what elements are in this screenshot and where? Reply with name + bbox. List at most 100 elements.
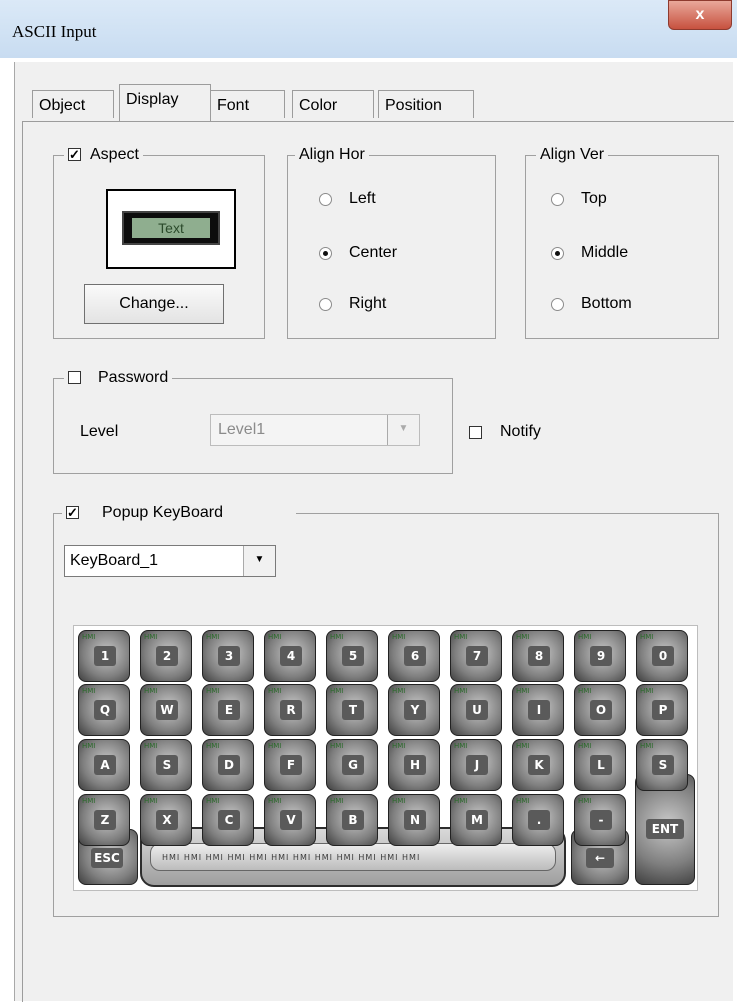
aspect-checkbox[interactable]: ✓ [68,148,81,161]
align-ver-middle-radio[interactable] [551,247,564,260]
key-label: R [280,700,302,720]
key-hmi-label: HMI [392,633,406,641]
key-label: V [280,810,302,830]
space-hmi-pattern: HMI HMI HMI HMI HMI HMI HMI HMI HMI HMI … [162,853,421,862]
key-hmi-label: HMI [330,742,344,750]
align-ver-legend: Align Ver [536,146,609,164]
preview-frame: Text [122,211,220,245]
align-hor-right-radio[interactable] [319,298,332,311]
key-hmi-label: HMI [454,742,468,750]
close-icon: x [695,6,705,23]
chevron-down-icon: ▼ [243,546,275,576]
notify-label: Notify [500,423,541,440]
align-hor-right-label: Right [349,295,387,312]
title-bar [0,0,737,58]
key-label: O [590,700,612,720]
tab-position[interactable]: Position [378,90,474,118]
keyboard-key: HMI S [636,739,688,791]
key-label: 3 [218,646,240,666]
level-select[interactable]: Level1 ▼ [210,414,420,446]
key-label: 0 [652,646,674,666]
keyboard-key: HMI Y [388,684,440,736]
key-label: 5 [342,646,364,666]
keyboard-key: HMI R [264,684,316,736]
change-aspect-button[interactable]: Change... [84,284,224,324]
key-hmi-label: HMI [82,797,96,805]
align-hor-legend: Align Hor [295,146,369,164]
key-hmi-label: HMI [578,742,592,750]
key-label: 9 [590,646,612,666]
align-hor-left-label: Left [349,190,376,207]
key-label: M [466,810,488,830]
close-button[interactable]: x [668,0,732,30]
aspect-preview: Text [106,189,236,269]
keyboard-key: HMI 8 [512,630,564,682]
popup-keyboard-checkbox[interactable]: ✓ [66,506,79,519]
level-label: Level [80,423,119,440]
key-hmi-label: HMI [144,687,158,695]
align-ver-bottom-radio[interactable] [551,298,564,311]
tab-object[interactable]: Object [32,90,114,118]
key-hmi-label: HMI [144,742,158,750]
key-hmi-label: HMI [206,687,220,695]
key-label: S [652,755,674,775]
keyboard-select[interactable]: KeyBoard_1 ▼ [64,545,276,577]
chevron-down-icon: ▼ [387,415,419,445]
key-label: H [404,755,426,775]
key-hmi-label: HMI [578,633,592,641]
keyboard-key: HMI 5 [326,630,378,682]
key-hmi-label: HMI [640,633,654,641]
align-hor-left-radio[interactable] [319,193,332,206]
keyboard-key: HMI 6 [388,630,440,682]
key-hmi-label: HMI [268,742,282,750]
keyboard-key: HMI B [326,794,378,846]
keyboard-key: HMI. [512,794,564,846]
key-hmi-label: HMI [206,742,220,750]
aspect-label: Aspect [90,146,139,163]
key-hmi-label: HMI [516,797,530,805]
key-label: I [528,700,550,720]
tab-font[interactable]: Font [211,90,285,118]
keyboard-key: HMI 7 [450,630,502,682]
key-label: E [218,700,240,720]
key-hmi-label: HMI [454,797,468,805]
tab-color[interactable]: Color [292,90,374,118]
key-hmi-label: HMI [268,797,282,805]
key-label: C [218,810,240,830]
key-hmi-label: HMI [82,633,96,641]
keyboard-key: HMI 3 [202,630,254,682]
keyboard-key: HMI T [326,684,378,736]
keyboard-key: HMI N [388,794,440,846]
key-label: S [156,755,178,775]
align-ver-top-label: Top [581,190,607,207]
key-hmi-label: HMI [206,633,220,641]
key-label: W [156,700,178,720]
keyboard-key: HMI P [636,684,688,736]
keyboard-key: HMI 1 [78,630,130,682]
password-checkbox[interactable] [68,371,81,384]
keyboard-key: HMI O [574,684,626,736]
tab-display[interactable]: Display [119,84,211,122]
key-label: K [528,755,550,775]
key-label: 2 [156,646,178,666]
key-label: X [156,810,178,830]
key-hmi-label: HMI [330,797,344,805]
key-hmi-label: HMI [392,687,406,695]
preview-text: Text [132,218,210,238]
key-label: 1 [94,646,116,666]
key-label: Y [404,700,426,720]
keyboard-key: HMI F [264,739,316,791]
align-ver-top-radio[interactable] [551,193,564,206]
key-label: A [94,755,116,775]
notify-checkbox[interactable] [469,426,482,439]
align-hor-center-radio[interactable] [319,247,332,260]
key-hmi-label: HMI [640,742,654,750]
keyboard-key: HMI Q [78,684,130,736]
key-label: 6 [404,646,426,666]
key-hmi-label: HMI [578,797,592,805]
keyboard-key: HMI X [140,794,192,846]
keyboard-key: HMI L [574,739,626,791]
align-ver-bottom-label: Bottom [581,295,632,312]
popup-keyboard-legend: ✓ Popup KeyBoard [62,504,296,522]
key-hmi-label: HMI [516,742,530,750]
